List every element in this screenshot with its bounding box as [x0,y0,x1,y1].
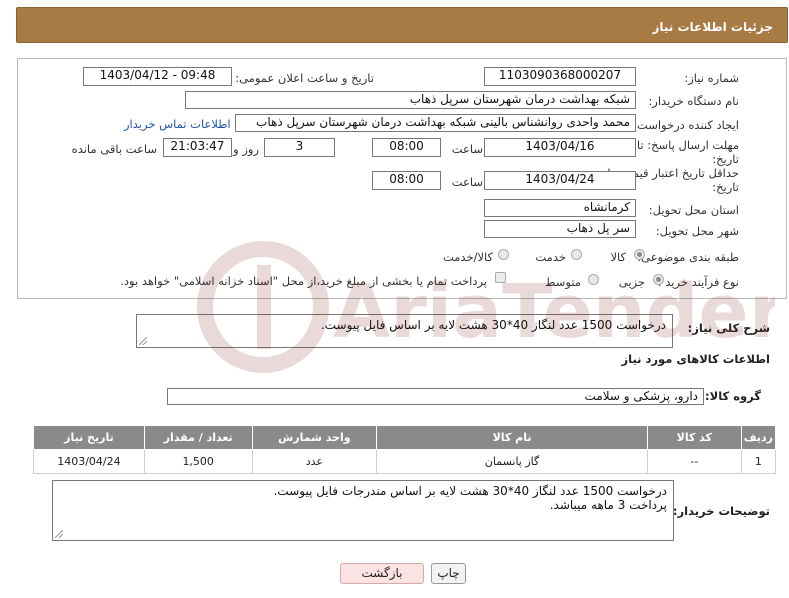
buyer-org-field: شبکه بهداشت درمان شهرستان سرپل ذهاب [185,91,636,109]
cell-item-name: گاز پانسمان [376,449,648,474]
buyer-org-label: نام دستگاه خریدار: [648,94,739,108]
province-label: استان محل تحویل: [648,203,739,217]
deadline-label: مهلت ارسال پاسخ: تا تاریخ: [637,138,739,166]
cell-need-date: 1403/04/24 [33,449,145,474]
print-button[interactable]: چاپ [431,563,466,584]
col-header-row-number: ردیف [740,425,777,450]
remaining-time-field: 21:03:47 [163,138,232,157]
validity-time-label: ساعت [451,175,483,189]
payment-note: پرداخت تمام یا بخشی از مبلغ خرید،از محل … [120,274,487,288]
col-header-need-date: تاریخ نیاز [33,425,145,450]
buyer-notes-label: توضیحات خریدار: [672,504,770,518]
announce-field: 1403/04/12 - 09:48 [83,67,232,86]
category-radio-goods-service[interactable] [498,249,509,260]
need-number-label: شماره نیاز: [684,71,739,85]
description-text: درخواست 1500 عدد لنگاز 40*30 هشت لایه بر… [320,318,666,332]
col-header-quantity: تعداد / مقدار [143,425,253,450]
announce-value: 1403/04/12 - 09:48 [99,68,216,82]
process-radio-medium[interactable] [588,274,599,285]
items-table: ردیف کد کالا نام کالا واحد شمارش تعداد /… [33,425,777,474]
goods-section-title: اطلاعات کالاهای مورد نیاز [621,352,770,366]
days-remaining-field: 3 [264,138,335,157]
validity-date-field: 1403/04/24 [484,171,636,190]
process-label: نوع فرآیند خرید : [657,275,739,289]
page-header: جزئیات اطلاعات نیاز [16,7,788,43]
deadline-label-line2: تاریخ: [712,152,739,166]
province-field: کرمانشاه [484,199,636,217]
days-label: روز و [233,142,259,156]
category-radio-service[interactable] [571,249,582,260]
col-header-item-name: نام کالا [376,425,648,450]
deadline-date-field: 1403/04/16 [484,138,636,157]
resize-grip-icon[interactable] [139,337,147,345]
category-option-goods: کالا [610,250,626,264]
cell-row-number: 1 [740,449,777,474]
page-title: جزئیات اطلاعات نیاز [652,20,773,34]
category-radio-goods[interactable] [634,249,645,260]
category-option-goods-service: کالا/خدمت [442,250,493,264]
process-radio-minor[interactable] [653,274,664,285]
table-header-row: ردیف کد کالا نام کالا واحد شمارش تعداد /… [33,425,777,450]
col-header-item-code: کد کالا [646,425,742,450]
city-label: شهر محل تحویل: [655,224,739,238]
table-row: 1 -- گاز پانسمان عدد 1,500 1403/04/24 [33,449,777,474]
col-header-unit: واحد شمارش [251,425,378,450]
back-button[interactable]: بازگشت [340,563,424,584]
remaining-time-label: ساعت باقی مانده [71,142,157,156]
resize-grip-icon[interactable] [55,530,63,538]
category-option-service: خدمت [535,250,566,264]
cell-quantity: 1,500 [143,449,253,474]
cell-item-code: -- [646,449,742,474]
city-field: سر پل ذهاب [484,220,636,238]
category-label: طبقه بندی موضوعی: [637,250,739,264]
description-label: شرح کلی نیاز: [687,321,770,335]
treasury-payment-checkbox[interactable] [495,272,506,283]
buyer-notes-textarea[interactable]: درخواست 1500 عدد لنگاز 40*30 هشت لایه بر… [52,480,674,541]
description-textarea[interactable]: درخواست 1500 عدد لنگاز 40*30 هشت لایه بر… [136,314,673,348]
deadline-label-line1: مهلت ارسال پاسخ: تا [636,138,739,152]
buyer-contact-link[interactable]: اطلاعات تماس خریدار [124,117,231,131]
goods-group-label: گروه کالا: [705,389,761,403]
buyer-notes-line2: پرداخت 3 ماهه میباشد. [549,498,667,512]
goods-group-field: دارو، پزشکی و سلامت [167,388,704,405]
announce-label: تاریخ و ساعت اعلان عمومی: [235,71,374,85]
process-option-medium: متوسط [544,275,581,289]
validity-time-field: 08:00 [372,171,441,190]
deadline-time-label: ساعت [451,142,483,156]
requester-label: ایجاد کننده درخواست: [633,118,739,132]
process-option-minor: جزیی [618,275,645,289]
cell-unit: عدد [251,449,378,474]
buyer-notes-line1: درخواست 1500 عدد لنگاز 40*30 هشت لایه بر… [273,484,667,498]
need-number-field: 1103090368000207 [484,67,636,86]
deadline-time-field: 08:00 [372,138,441,157]
requester-field: محمد واحدی روانشناس بالینی شبکه بهداشت د… [235,114,636,132]
